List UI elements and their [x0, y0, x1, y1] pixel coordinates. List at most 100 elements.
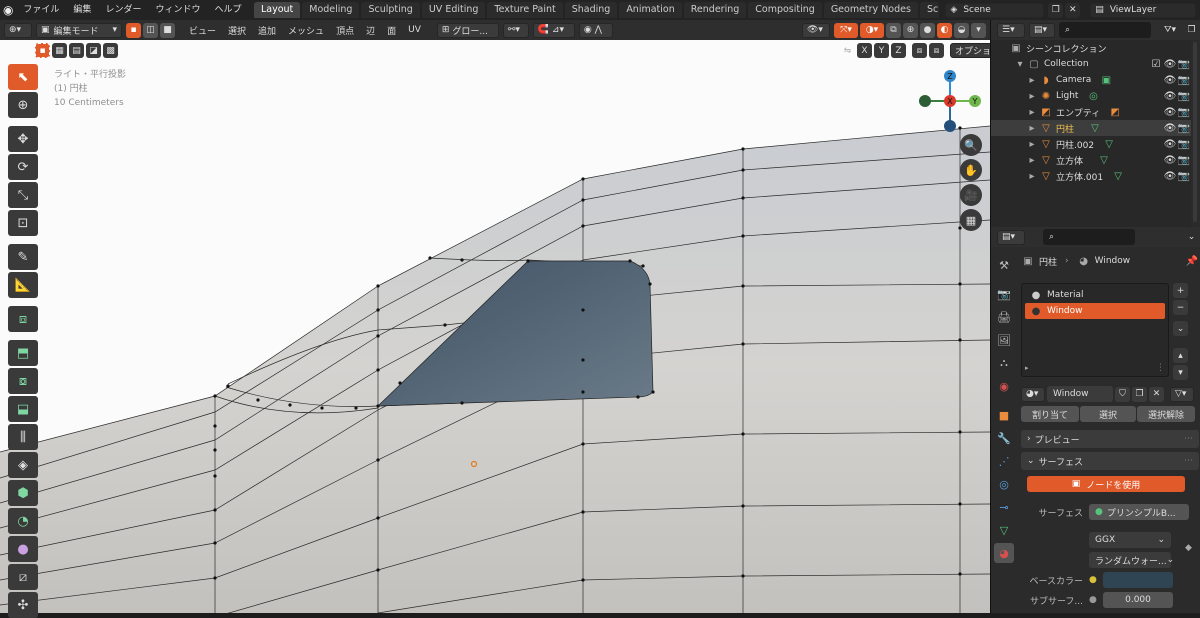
mirror-options-icon[interactable]: ⇋: [840, 43, 855, 58]
material-slot-list[interactable]: ● Material ● Window ▸ ⋮: [1021, 283, 1169, 377]
scale-tool-icon[interactable]: ⤡: [8, 182, 38, 208]
outliner-collection[interactable]: ▾ ▢ Collection ☑ 👁 📷: [991, 56, 1191, 72]
xray-toggle-button[interactable]: ⧉: [886, 22, 901, 38]
menu-window[interactable]: ウィンドウ: [148, 0, 207, 20]
drag-grip-icon[interactable]: ⋯: [1184, 434, 1193, 444]
shading-wireframe-button[interactable]: ⊕: [903, 22, 918, 38]
inset-tool-icon[interactable]: ⧇: [8, 368, 38, 394]
spin-tool-icon[interactable]: ◔: [8, 508, 38, 534]
mesh-symmetry-icon-2[interactable]: ⧈: [929, 43, 944, 58]
select-invert-mode-button[interactable]: ◪: [86, 43, 101, 58]
material-link-selector[interactable]: ▽▾: [1170, 386, 1194, 402]
axis-z-toggle[interactable]: Z: [891, 43, 906, 58]
select-button[interactable]: 選択: [1080, 406, 1136, 422]
unlink-material-icon[interactable]: ✕: [1149, 386, 1164, 402]
assign-button[interactable]: 割り当て: [1021, 406, 1079, 422]
subsurface-value-field[interactable]: 0.000: [1103, 592, 1173, 608]
tab-modeling[interactable]: Modeling: [302, 2, 360, 18]
world-tab-icon[interactable]: ◉: [994, 376, 1014, 396]
3d-viewport[interactable]: ▪ ▦ ▤ ◪ ▩ ライト・平行投影 (1) 円柱 10 Centimeters…: [0, 40, 990, 613]
menu-vertex[interactable]: 頂点: [330, 24, 360, 37]
visibility-eye-icon[interactable]: 👁: [1163, 59, 1177, 70]
menu-edge[interactable]: 辺: [360, 24, 381, 37]
editor-type-selector[interactable]: ⊕▾: [4, 22, 32, 38]
menu-file[interactable]: ファイル: [16, 0, 66, 20]
scene-selector[interactable]: ◈ Scene: [945, 2, 1045, 18]
menu-add[interactable]: 追加: [252, 24, 282, 37]
surface-shader-selector[interactable]: ● プリンシプルB...: [1089, 504, 1189, 520]
properties-options-icon[interactable]: ⌄: [1184, 230, 1199, 245]
move-slot-up-button[interactable]: ▴: [1173, 348, 1188, 363]
gizmo-toggle-button[interactable]: ⤧▾: [834, 22, 858, 38]
pan-hand-icon[interactable]: ✋: [960, 159, 982, 181]
render-camera-icon[interactable]: 📷: [1177, 123, 1191, 134]
cursor-tool-icon[interactable]: ⊕: [8, 92, 38, 118]
material-slot-material[interactable]: ● Material: [1025, 287, 1165, 303]
fake-user-shield-icon[interactable]: ⛉: [1115, 386, 1130, 402]
distribution-selector[interactable]: GGX ⌄: [1089, 532, 1171, 548]
tool-tab-icon[interactable]: ⚒: [994, 255, 1014, 275]
drag-grip-icon[interactable]: ⋯: [1184, 456, 1193, 466]
visibility-eye-icon[interactable]: 👁: [1163, 123, 1177, 134]
checkbox-icon[interactable]: ☑: [1149, 59, 1163, 70]
outliner-search-input[interactable]: ⌕: [1059, 22, 1151, 38]
visibility-eye-icon[interactable]: 👁: [1163, 171, 1177, 182]
outliner-item-cylinder[interactable]: ▸ ▽ 円柱 ▽ 👁 📷: [991, 120, 1191, 136]
vertex-select-button[interactable]: ▪: [126, 22, 141, 38]
camera-view-icon[interactable]: 🎥: [960, 184, 982, 206]
mode-selector[interactable]: ▣ 編集モード ▾: [36, 22, 122, 38]
tab-uv-editing[interactable]: UV Editing: [421, 2, 486, 18]
remove-slot-button[interactable]: −: [1173, 300, 1188, 315]
mesh-wireframe[interactable]: [0, 40, 990, 613]
perspective-grid-icon[interactable]: ▦: [960, 209, 982, 231]
visibility-eye-icon[interactable]: 👁: [1163, 91, 1177, 102]
tab-geometry-nodes[interactable]: Geometry Nodes: [823, 2, 918, 18]
select-extend-mode-button[interactable]: ▦: [52, 43, 67, 58]
menu-render[interactable]: レンダー: [98, 0, 148, 20]
render-tab-icon[interactable]: 📷: [994, 284, 1014, 304]
scene-copy-icon[interactable]: ❐: [1048, 2, 1064, 18]
object-tab-icon[interactable]: ■: [994, 405, 1014, 425]
particles-tab-icon[interactable]: ⋰: [994, 451, 1014, 471]
physics-tab-icon[interactable]: ◎: [994, 474, 1014, 494]
tab-texture-paint[interactable]: Texture Paint: [487, 2, 563, 18]
mesh-symmetry-icon[interactable]: ⧈: [912, 43, 927, 58]
view-layer-tab-icon[interactable]: 🖼: [994, 330, 1014, 350]
render-camera-icon[interactable]: 📷: [1177, 75, 1191, 86]
select-box-mode-button[interactable]: ▪: [35, 43, 50, 58]
menu-uv[interactable]: UV: [402, 25, 427, 35]
loop-cut-tool-icon[interactable]: ⫼: [8, 424, 38, 450]
zoom-icon[interactable]: 🔍: [960, 134, 982, 156]
slot-menu-button[interactable]: ⌄: [1173, 321, 1188, 336]
shading-solid-button[interactable]: ●: [920, 22, 935, 38]
modifier-tab-icon[interactable]: 🔧: [994, 428, 1014, 448]
knife-tool-icon[interactable]: ◈: [8, 452, 38, 478]
outliner-item-empty[interactable]: ▸ ◩ エンプティ ◩ 👁 📷: [991, 104, 1191, 120]
resize-grip-icon[interactable]: ⋮: [1156, 363, 1165, 373]
use-nodes-button[interactable]: ▣ ノードを使用: [1027, 476, 1185, 492]
add-slot-button[interactable]: +: [1173, 283, 1188, 298]
visibility-eye-icon[interactable]: 👁: [1163, 155, 1177, 166]
options-dropdown[interactable]: オプション ▾: [950, 43, 990, 58]
render-camera-icon[interactable]: 📷: [1177, 171, 1191, 182]
view-object-types-selector[interactable]: 👁▾: [802, 22, 830, 38]
render-camera-icon[interactable]: 📷: [1177, 107, 1191, 118]
render-camera-icon[interactable]: 📷: [1177, 59, 1191, 70]
surface-panel-header[interactable]: ⌄ サーフェス ⋯: [1021, 452, 1199, 470]
outliner-item-cube-001[interactable]: ▸ ▽ 立方体.001 ▽ 👁 📷: [991, 168, 1191, 184]
tab-layout[interactable]: Layout: [253, 2, 301, 18]
base-color-swatch[interactable]: [1103, 572, 1173, 588]
menu-view[interactable]: ビュー: [183, 24, 222, 37]
data-tab-icon[interactable]: ▽: [994, 520, 1014, 540]
outliner-item-light[interactable]: ▸ ✺ Light ◎ 👁 📷: [991, 88, 1191, 104]
outliner-display-mode[interactable]: ▤▾: [1029, 22, 1055, 38]
rotate-tool-icon[interactable]: ⟳: [8, 154, 38, 180]
pin-icon[interactable]: 📌: [1185, 256, 1199, 267]
render-camera-icon[interactable]: 📷: [1177, 139, 1191, 150]
properties-search-input[interactable]: ⌕: [1043, 229, 1135, 245]
menu-help[interactable]: ヘルプ: [207, 0, 248, 20]
deselect-button[interactable]: 選択解除: [1137, 406, 1195, 422]
outliner-item-camera[interactable]: ▸ ◗ Camera ▣ 👁 📷: [991, 72, 1191, 88]
select-box-tool-icon[interactable]: ⬉: [8, 64, 38, 90]
material-browse-button[interactable]: ◕▾: [1021, 386, 1045, 402]
